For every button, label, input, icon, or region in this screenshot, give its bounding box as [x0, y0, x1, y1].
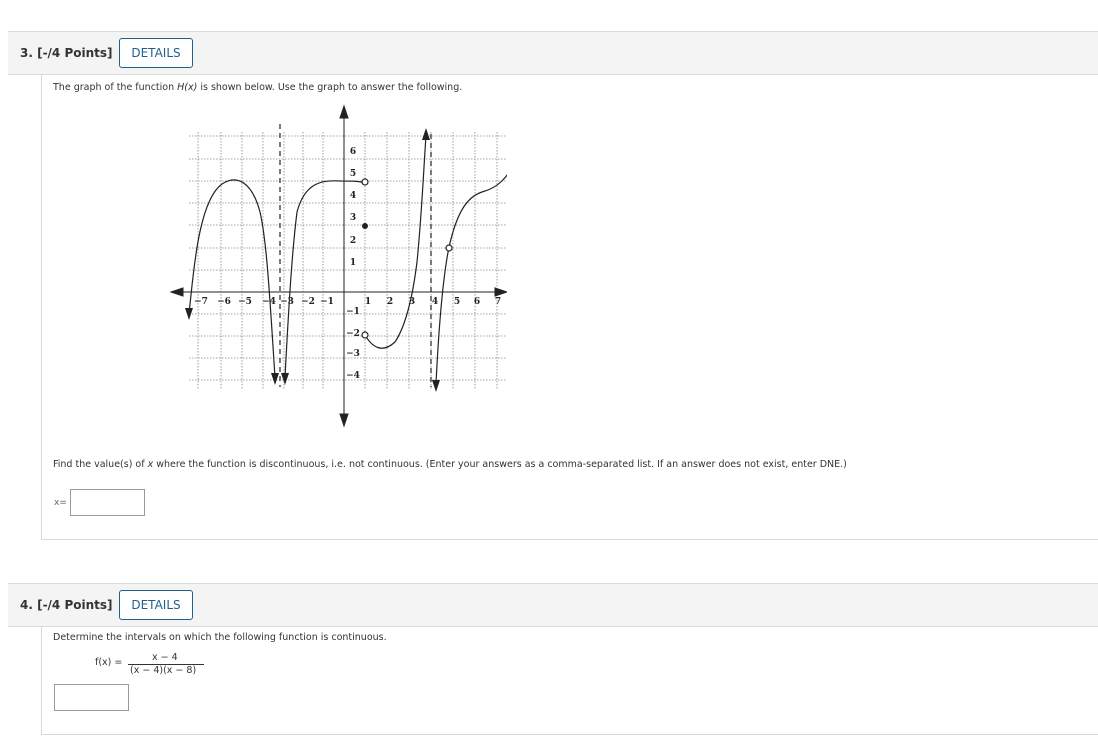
x-tick-label: 2	[387, 297, 393, 307]
fraction-numerator: x − 4	[152, 652, 178, 663]
x-tick-label: 7	[495, 297, 501, 307]
question-4-body: Determine the intervals on which the fol…	[41, 627, 1098, 735]
y-tick-label: −1	[346, 307, 360, 317]
question-4-number: 4. [-/4 Points]	[20, 598, 113, 612]
x-tick-label: 3	[409, 297, 415, 307]
x-tick-label: −4	[262, 297, 276, 307]
y-tick-label: 6	[350, 147, 356, 157]
y-tick-label: −4	[346, 371, 360, 381]
y-tick-label: 3	[350, 213, 356, 223]
x-tick-label: −7	[194, 297, 208, 307]
question-3-details-button[interactable]: DETAILS	[119, 38, 193, 68]
question-3-header: 3. [-/4 Points] DETAILS	[8, 31, 1098, 75]
function-graph: −7 −6 −5 −4 −3 −2 −1 1 2 3 4 5 6 7 8 6 5…	[169, 104, 507, 428]
x-tick-label: −2	[301, 297, 315, 307]
open-point	[361, 331, 369, 339]
x-tick-label: −3	[280, 297, 294, 307]
open-point	[445, 244, 453, 252]
question-4-header: 4. [-/4 Points] DETAILS	[8, 583, 1098, 627]
x-tick-label: −6	[217, 297, 231, 307]
function-lhs: f(x) =	[95, 657, 123, 668]
y-tick-label: −2	[346, 329, 360, 339]
question-4-prompt: Determine the intervals on which the fol…	[53, 632, 387, 643]
y-tick-label: 4	[350, 191, 356, 201]
x-tick-label: −1	[320, 297, 334, 307]
question-3-body: The graph of the function H(x) is shown …	[41, 75, 1098, 540]
answer-label: x=	[54, 498, 67, 508]
question-3-number: 3. [-/4 Points]	[20, 46, 113, 60]
x-tick-label: 6	[474, 297, 480, 307]
y-tick-label: −3	[346, 349, 360, 359]
closed-point	[362, 223, 368, 229]
question-3-answer-input[interactable]	[70, 489, 145, 516]
x-tick-label: 5	[454, 297, 460, 307]
function-curve	[188, 135, 507, 385]
x-tick-label: 1	[365, 297, 371, 307]
y-tick-label: 1	[350, 258, 356, 268]
x-tick-label: −5	[238, 297, 252, 307]
question-4-details-button[interactable]: DETAILS	[119, 590, 193, 620]
question-4-answer-input[interactable]	[54, 684, 129, 711]
y-tick-label: 2	[350, 236, 356, 246]
y-tick-label: 5	[350, 169, 356, 179]
fraction-denominator: (x − 4)(x − 8)	[130, 665, 197, 676]
x-tick-label: 4	[432, 297, 438, 307]
open-point	[361, 178, 369, 186]
question-3-prompt: The graph of the function H(x) is shown …	[53, 82, 463, 93]
x-tick-labels: −7 −6 −5 −4 −3 −2 −1 1 2 3 4 5 6 7 8	[194, 297, 501, 307]
question-3-question: Find the value(s) of x where the functio…	[53, 459, 847, 470]
